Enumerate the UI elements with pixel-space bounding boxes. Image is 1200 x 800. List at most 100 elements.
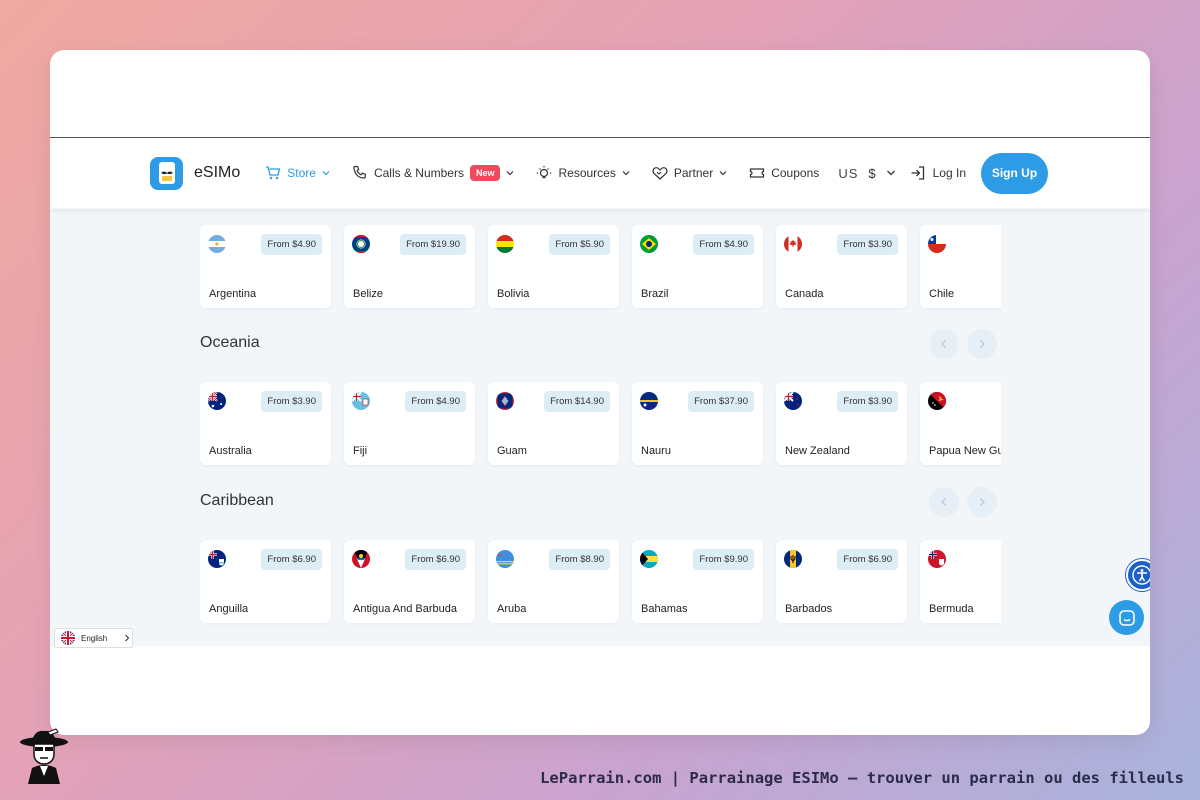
chevron-down-icon	[622, 171, 630, 176]
main-menu: Store Calls & Numbers New Resources Part	[265, 165, 841, 181]
menu-partner[interactable]: Partner	[652, 165, 727, 181]
top-blank-area	[50, 50, 1150, 138]
fiji-flag-icon	[352, 392, 370, 410]
country-card[interactable]: FromPapua New Guinea	[920, 382, 1001, 465]
price-badge: From $4.90	[405, 391, 466, 412]
menu-calls-label: Calls & Numbers	[373, 166, 464, 180]
phone-icon	[353, 165, 366, 179]
country-name: Bahamas	[641, 603, 688, 615]
country-name: Bolivia	[497, 288, 530, 300]
price-badge: From $4.90	[693, 234, 754, 255]
chevron-down-icon	[322, 171, 330, 176]
cart-icon	[266, 166, 281, 180]
price-badge: From $9.90	[693, 549, 754, 570]
price-badge: From $3.90	[837, 234, 898, 255]
region-code: US	[838, 165, 859, 181]
language-label: English	[81, 633, 108, 643]
new-badge: New	[469, 165, 501, 181]
menu-calls-numbers[interactable]: Calls & Numbers New	[352, 165, 515, 181]
country-name: Aruba	[497, 603, 527, 615]
price-badge: From $19.90	[400, 234, 466, 255]
country-card[interactable]: From $3.90 Australia	[200, 382, 331, 465]
bahamas-flag-icon	[640, 550, 658, 568]
accessibility-icon	[1132, 565, 1150, 585]
country-name: New Zealand	[785, 445, 850, 457]
country-name: Nauru	[641, 445, 671, 457]
top-navbar: eSIMo Store Calls & Numbers New Resource…	[50, 138, 1150, 208]
australia-flag-icon	[208, 392, 226, 410]
signup-button[interactable]: Sign Up	[981, 152, 1048, 194]
chile-flag-icon	[928, 235, 946, 253]
bermuda-flag-icon	[928, 550, 946, 568]
chat-icon	[1118, 609, 1135, 626]
menu-store-label: Store	[287, 166, 316, 180]
currency-selector[interactable]: US $	[838, 166, 895, 181]
papua-new-guinea-flag-icon	[928, 392, 946, 410]
price-badge: From $6.90	[837, 549, 898, 570]
login-label: Log In	[932, 166, 966, 180]
footer-caption: LeParrain.com | Parrainage ESIMo — trouv…	[540, 769, 1184, 787]
argentina-flag-icon	[208, 235, 226, 253]
menu-coupons-label: Coupons	[771, 166, 820, 180]
country-card[interactable]: From $19.90 Belize	[344, 225, 475, 308]
country-card[interactable]: From $4.90 Fiji	[344, 382, 475, 465]
country-card[interactable]: From $6.90 Antigua And Barbuda	[344, 540, 475, 623]
chevron-right-icon	[125, 634, 130, 642]
price-badge: From $8.90	[549, 549, 610, 570]
country-card[interactable]: From $9.90 Bahamas	[632, 540, 763, 623]
country-card[interactable]: From $37.90 Nauru	[632, 382, 763, 465]
country-card[interactable]: From $14.90 Guam	[488, 382, 619, 465]
country-name: Brazil	[641, 288, 669, 300]
price-badge: From $6.90	[261, 549, 322, 570]
chevron-down-icon	[886, 170, 895, 176]
barbados-flag-icon	[784, 550, 802, 568]
ticket-icon	[750, 168, 765, 178]
antigua-flag-icon	[352, 550, 370, 568]
aruba-flag-icon	[496, 550, 514, 568]
lightbulb-icon	[537, 166, 552, 179]
price-badge: From $5.90	[549, 234, 610, 255]
country-name: Fiji	[353, 445, 368, 457]
login-icon	[911, 166, 924, 180]
country-card[interactable]: From $5.90 Bolivia	[488, 225, 619, 308]
price-badge: From $3.90	[837, 391, 898, 412]
country-card[interactable]: From $6.90 Anguilla	[200, 540, 331, 623]
cards-viewport: From $4.90 Argentina From $19.90 Belize From…	[200, 209, 1001, 646]
cards-row-oceania: From $3.90 Australia From $4.90 Fiji From $1…	[200, 382, 1001, 465]
cards-row-caribbean: From $6.90 Anguilla From $6.90 Antigua And …	[200, 540, 1001, 623]
price-badge: From $3.90	[261, 391, 322, 412]
leparrain-mascot-logo	[20, 728, 68, 784]
login-link[interactable]: Log In	[910, 165, 966, 181]
accessibility-button[interactable]	[1126, 559, 1150, 591]
country-card[interactable]: From $4.90 Brazil	[632, 225, 763, 308]
country-card[interactable]: From $6.90 Barbados	[776, 540, 907, 623]
menu-partner-label: Partner	[673, 166, 714, 180]
price-badge: From $6.90	[405, 549, 466, 570]
language-switcher[interactable]: English	[54, 628, 133, 648]
country-name: Anguilla	[209, 603, 249, 615]
country-name: Guam	[497, 445, 527, 457]
anguilla-flag-icon	[208, 550, 226, 568]
price-badge: From $37.90	[688, 391, 754, 412]
country-card[interactable]: FromBermuda	[920, 540, 1001, 623]
handshake-icon	[652, 167, 668, 180]
menu-store[interactable]: Store	[265, 165, 330, 181]
country-name: Chile	[929, 288, 955, 300]
country-name: Papua New Guinea	[929, 445, 1001, 457]
brand-name: eSIMo	[194, 164, 241, 181]
brand-logo[interactable]: eSIMo	[150, 156, 241, 190]
country-card[interactable]: From $8.90 Aruba	[488, 540, 619, 623]
country-card[interactable]: From $3.90 Canada	[776, 225, 907, 308]
canada-flag-icon	[784, 235, 802, 253]
menu-resources[interactable]: Resources	[536, 165, 630, 181]
chat-button[interactable]	[1109, 600, 1144, 635]
country-name: Antigua And Barbuda	[353, 603, 457, 615]
price-badge: From $14.90	[544, 391, 610, 412]
country-card[interactable]: FromChile	[920, 225, 1001, 308]
country-name: Argentina	[209, 288, 257, 300]
logo-icon	[150, 156, 183, 190]
country-card[interactable]: From $3.90 New Zealand	[776, 382, 907, 465]
uk-flag-icon	[61, 631, 75, 645]
country-card[interactable]: From $4.90 Argentina	[200, 225, 331, 308]
menu-coupons[interactable]: Coupons	[749, 165, 819, 181]
